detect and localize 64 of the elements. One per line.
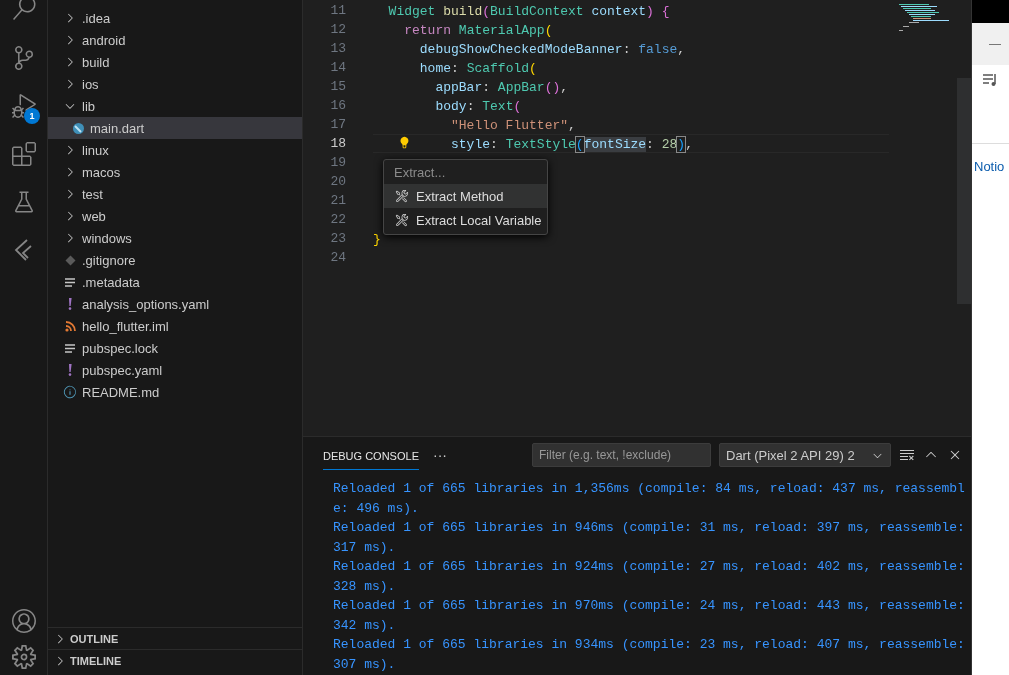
line-number: 22: [329, 211, 347, 229]
line-number: 24: [329, 249, 347, 267]
console-output-line: Reloaded 1 of 665 libraries in 924ms (compile: 27 ms, reload: 402 ms, reassemble: 328 ms).: [333, 558, 966, 596]
folder-item[interactable]: lib: [48, 95, 302, 117]
file-item[interactable]: pubspec.lock: [48, 337, 302, 359]
line-number: 14: [329, 59, 347, 77]
code-line: "Hello Flutter",: [450, 118, 576, 133]
line-number: 20: [329, 173, 347, 191]
line-number: 12: [329, 21, 347, 39]
line-number: 19: [329, 154, 347, 172]
menu-title: Extract...: [393, 164, 447, 182]
console-output-line: Reloaded 1 of 665 libraries in 970ms (compile: 24 ms, reload: 443 ms, reassemble: 342 ms).: [333, 597, 966, 635]
folder-item[interactable]: web: [48, 205, 302, 227]
console-output-line: Reloaded 1 of 665 libraries in 934ms (compile: 23 ms, reload: 407 ms, reassemble: 307 ms).: [333, 636, 966, 674]
folder-item[interactable]: test: [48, 183, 302, 205]
console-output-line: Reloaded 1 of 665 libraries in 946ms (compile: 31 ms, reload: 397 ms, reassemble: 317 ms).: [333, 519, 966, 557]
file-item[interactable]: .metadata: [48, 271, 302, 293]
line-number: 15: [329, 78, 347, 96]
dart-file-icon: [70, 120, 86, 136]
code-line: return MaterialApp(: [403, 23, 553, 38]
scrollbar-thumb[interactable]: [957, 78, 971, 304]
run-debug-icon[interactable]: [11, 94, 36, 118]
folder-item[interactable]: build: [48, 51, 302, 73]
file-item[interactable]: .gitignore: [48, 249, 302, 271]
line-number: 21: [329, 192, 347, 210]
folder-item[interactable]: ios: [48, 73, 302, 95]
file-item[interactable]: README.md: [48, 381, 302, 403]
folder-item[interactable]: linux: [48, 139, 302, 161]
code-line: home: Scaffold(: [418, 61, 537, 76]
menu-item[interactable]: Extract Local Variable: [384, 208, 547, 232]
line-number: 16: [329, 97, 347, 115]
side-window-label: Notio: [973, 158, 1006, 174]
code-line: appBar: AppBar(),: [434, 80, 569, 95]
folder-item[interactable]: android: [48, 29, 302, 51]
code-line: Widget build(BuildContext context) {: [387, 4, 670, 19]
info-icon: [62, 384, 78, 400]
file-item[interactable]: hello_flutter.iml: [48, 315, 302, 337]
file-item[interactable]: pubspec.yaml: [48, 359, 302, 381]
clear-console-icon[interactable]: [899, 447, 915, 463]
line-number: 11: [329, 2, 347, 20]
folder-item[interactable]: .idea: [48, 7, 302, 29]
session-dropdown[interactable]: Dart (Pixel 2 API 29) 2: [719, 443, 891, 467]
folder-item[interactable]: windows: [48, 227, 302, 249]
minimize-icon[interactable]: [989, 43, 1001, 45]
console-output-line: Reloaded 1 of 665 libraries in 1,356ms (compile: 84 ms, reload: 437 ms, reassemble: 496 ms).: [333, 480, 966, 518]
filter-field[interactable]: Filter (e.g. text, !exclude): [532, 443, 711, 467]
panel-tab[interactable]: DEBUG CONSOLE: [323, 440, 419, 470]
line-number: 17: [329, 116, 347, 134]
window-title-bar: [972, 0, 1009, 23]
notification-badge: 1: [24, 108, 40, 124]
section-header[interactable]: OUTLINE: [48, 627, 302, 649]
line-number: 23: [329, 230, 347, 248]
code-line: debugShowCheckedModeBanner: false,: [418, 42, 686, 57]
file-item[interactable]: main.dart: [48, 117, 302, 139]
section-header[interactable]: TIMELINE: [48, 649, 302, 671]
file-item[interactable]: analysis_options.yaml: [48, 293, 302, 315]
code-line: style: TextStyle(fontSize: 28),: [450, 137, 693, 152]
folder-item[interactable]: macos: [48, 161, 302, 183]
code-line: }: [373, 232, 381, 247]
menu-item[interactable]: Extract Method: [384, 184, 547, 208]
code-line: body: Text(: [434, 99, 522, 114]
more-actions-button[interactable]: ···: [432, 447, 447, 463]
line-number: 18: [303, 134, 373, 153]
line-number: 13: [329, 40, 347, 58]
